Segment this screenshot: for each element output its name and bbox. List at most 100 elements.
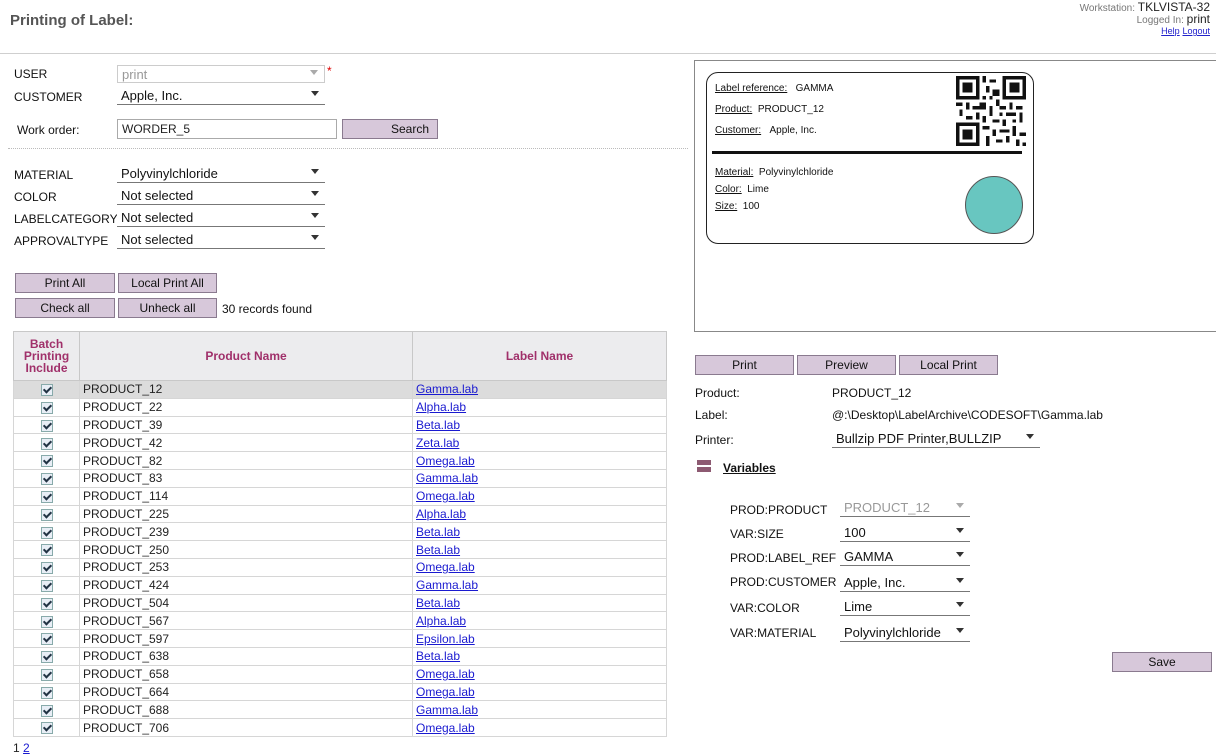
label-name-link[interactable]: Gamma.lab: [416, 471, 478, 485]
table-row[interactable]: PRODUCT_250 Beta.lab: [13, 540, 667, 559]
label-name-link[interactable]: Omega.lab: [416, 685, 475, 699]
labelcategory-select[interactable]: Not selected: [117, 209, 325, 227]
table-row[interactable]: PRODUCT_225 Alpha.lab: [13, 504, 667, 524]
table-row[interactable]: PRODUCT_114 Omega.lab: [13, 486, 667, 506]
print-button[interactable]: Print: [695, 355, 794, 375]
label-name-link[interactable]: Alpha.lab: [416, 400, 466, 414]
batch-include-checkbox[interactable]: [40, 384, 53, 397]
var-size-select[interactable]: 100: [840, 524, 970, 542]
color-swatch: [965, 176, 1023, 234]
print-all-button[interactable]: Print All: [15, 273, 115, 293]
var-label-ref-value: GAMMA: [844, 549, 894, 564]
customer-select[interactable]: Apple, Inc.: [117, 87, 325, 105]
batch-include-checkbox[interactable]: [40, 651, 53, 664]
batch-include-checkbox[interactable]: [40, 562, 53, 575]
table-row[interactable]: PRODUCT_638 Beta.lab: [13, 646, 667, 666]
check-all-button[interactable]: Check all: [15, 298, 115, 318]
label-name-link[interactable]: Omega.lab: [416, 667, 475, 681]
batch-include-checkbox[interactable]: [40, 579, 53, 592]
label-name-link[interactable]: Gamma.lab: [416, 703, 478, 717]
batch-include-checkbox[interactable]: [40, 402, 53, 415]
table-row[interactable]: PRODUCT_424 Gamma.lab: [13, 575, 667, 595]
label-name-link[interactable]: Gamma.lab: [416, 382, 478, 396]
printer-select[interactable]: Bullzip PDF Printer,BULLZIP: [832, 430, 1040, 448]
product-name-cell: PRODUCT_658: [79, 664, 413, 684]
table-row[interactable]: PRODUCT_22 Alpha.lab: [13, 397, 667, 417]
label-name-link[interactable]: Zeta.lab: [416, 436, 459, 450]
batch-include-checkbox[interactable]: [40, 455, 53, 468]
batch-include-checkbox[interactable]: [40, 526, 53, 539]
batch-include-checkbox[interactable]: [40, 615, 53, 628]
label-name-cell: Alpha.lab: [412, 611, 667, 631]
batch-include-checkbox[interactable]: [40, 419, 53, 432]
collapse-icon[interactable]: [697, 460, 711, 472]
var-customer-select[interactable]: Apple, Inc.: [840, 574, 970, 592]
table-row[interactable]: PRODUCT_253 Omega.lab: [13, 557, 667, 577]
batch-include-checkbox[interactable]: [40, 544, 53, 557]
user-select[interactable]: print: [117, 65, 325, 83]
chevron-down-icon: [311, 169, 319, 174]
label-name-link[interactable]: Beta.lab: [416, 649, 460, 663]
pager: 1 2: [13, 741, 30, 755]
material-select[interactable]: Polyvinylchloride: [117, 165, 325, 183]
batch-include-checkbox[interactable]: [40, 686, 53, 699]
label-name-link[interactable]: Omega.lab: [416, 721, 475, 735]
table-row[interactable]: PRODUCT_597 Epsilon.lab: [13, 629, 667, 648]
search-button[interactable]: Search: [342, 119, 438, 139]
batch-include-checkbox[interactable]: [40, 722, 53, 735]
table-row[interactable]: PRODUCT_12 Gamma.lab: [13, 380, 667, 399]
save-button[interactable]: Save: [1112, 652, 1212, 672]
workorder-input[interactable]: WORDER_5: [117, 119, 337, 139]
uncheck-all-button[interactable]: Unheck all: [118, 298, 217, 318]
label-name-cell: Alpha.lab: [412, 504, 667, 524]
label-name-link[interactable]: Beta.lab: [416, 418, 460, 432]
qr-code-icon: [956, 76, 1026, 146]
var-label-ref-select[interactable]: GAMMA: [840, 548, 970, 566]
var-material-select[interactable]: Polyvinylchloride: [840, 624, 970, 642]
table-row[interactable]: PRODUCT_83 Gamma.lab: [13, 468, 667, 488]
table-row[interactable]: PRODUCT_39 Beta.lab: [13, 415, 667, 435]
logout-link[interactable]: Logout: [1182, 26, 1210, 36]
table-row[interactable]: PRODUCT_658 Omega.lab: [13, 664, 667, 684]
table-row[interactable]: PRODUCT_42 Zeta.lab: [13, 433, 667, 453]
label-name-cell: Beta.lab: [412, 646, 667, 666]
chevron-down-icon: [956, 578, 964, 583]
label-name-link[interactable]: Epsilon.lab: [416, 632, 475, 646]
table-row[interactable]: PRODUCT_504 Beta.lab: [13, 593, 667, 613]
product-name-cell: PRODUCT_42: [79, 433, 413, 453]
table-row[interactable]: PRODUCT_688 Gamma.lab: [13, 700, 667, 720]
page-2-link[interactable]: 2: [23, 741, 30, 755]
help-link[interactable]: Help: [1161, 26, 1180, 36]
local-print-all-button[interactable]: Local Print All: [118, 273, 217, 293]
label-name-link[interactable]: Alpha.lab: [416, 614, 466, 628]
var-name-prod-product: PROD:PRODUCT: [730, 503, 828, 517]
batch-include-checkbox[interactable]: [40, 668, 53, 681]
table-row[interactable]: PRODUCT_82 Omega.lab: [13, 451, 667, 470]
table-row[interactable]: PRODUCT_567 Alpha.lab: [13, 611, 667, 631]
table-row[interactable]: PRODUCT_239 Beta.lab: [13, 522, 667, 542]
batch-include-checkbox[interactable]: [40, 491, 53, 503]
variables-title[interactable]: Variables: [723, 461, 776, 475]
approvaltype-select[interactable]: Not selected: [117, 231, 325, 249]
label-name-link[interactable]: Omega.lab: [416, 560, 475, 574]
label-name-link[interactable]: Beta.lab: [416, 525, 460, 539]
local-print-button[interactable]: Local Print: [899, 355, 998, 375]
label-name-link[interactable]: Alpha.lab: [416, 507, 466, 521]
label-name-link[interactable]: Beta.lab: [416, 543, 460, 557]
label-name-link[interactable]: Beta.lab: [416, 596, 460, 610]
preview-button[interactable]: Preview: [797, 355, 896, 375]
batch-include-checkbox[interactable]: [40, 437, 53, 450]
label-name-link[interactable]: Omega.lab: [416, 489, 475, 503]
batch-include-checkbox[interactable]: [40, 597, 53, 610]
table-row[interactable]: PRODUCT_706 Omega.lab: [13, 718, 667, 737]
label-name-link[interactable]: Gamma.lab: [416, 578, 478, 592]
batch-include-checkbox[interactable]: [40, 704, 53, 717]
var-color-select[interactable]: Lime: [840, 598, 970, 616]
label-name-cell: Omega.lab: [412, 664, 667, 684]
color-select[interactable]: Not selected: [117, 187, 325, 205]
batch-include-checkbox[interactable]: [40, 508, 53, 521]
batch-include-checkbox[interactable]: [40, 473, 53, 486]
table-row[interactable]: PRODUCT_664 Omega.lab: [13, 682, 667, 702]
batch-include-checkbox[interactable]: [40, 633, 53, 646]
label-name-link[interactable]: Omega.lab: [416, 454, 475, 468]
